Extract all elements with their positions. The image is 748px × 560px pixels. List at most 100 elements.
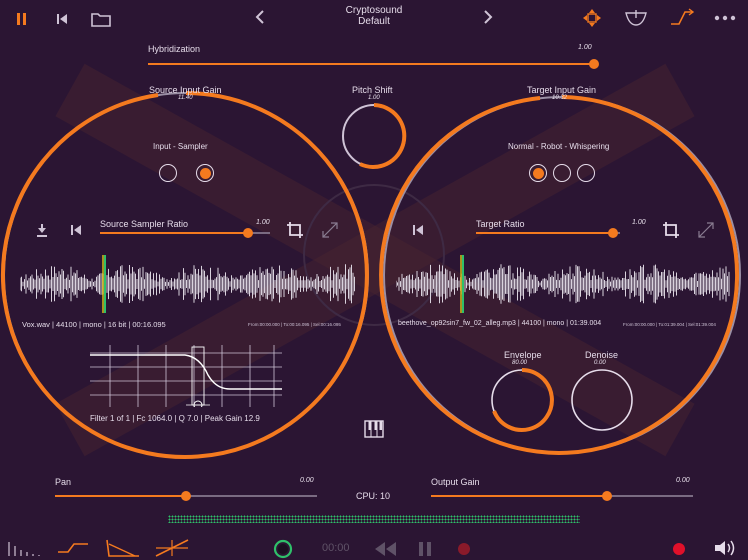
download-icon xyxy=(37,224,47,237)
denoise-value: 0.00 xyxy=(594,360,606,366)
envelope-value: 80.00 xyxy=(512,360,528,366)
target-input-gain-label: Target Input Gain xyxy=(527,85,597,95)
bandpass-button[interactable] xyxy=(154,538,190,558)
source-input-gain-value: 11.40 xyxy=(178,95,193,101)
move-button[interactable] xyxy=(580,7,604,29)
pitch-shift-label: Pitch Shift xyxy=(352,85,393,95)
chevron-left-icon xyxy=(255,10,264,24)
filter-graph[interactable] xyxy=(90,345,282,407)
crop-icon xyxy=(663,222,679,238)
keyboard-button[interactable] xyxy=(362,418,386,440)
envelope-label: Envelope xyxy=(504,350,542,360)
highpass-icon xyxy=(58,543,88,553)
skip-back-icon xyxy=(57,14,67,24)
highpass-button[interactable] xyxy=(56,538,90,558)
source-ratio-slider[interactable] xyxy=(100,228,270,238)
source-range-info: From:00:00.000 | To:00:16.095 | Sel:00:1… xyxy=(248,322,341,327)
cpu-readout: CPU: 10 xyxy=(356,491,391,501)
pitch-shift-knob[interactable] xyxy=(340,102,408,170)
pause-icon xyxy=(17,13,26,25)
transport-pause-button[interactable] xyxy=(414,540,436,558)
envelope-knob[interactable] xyxy=(489,367,555,433)
output-gain-slider[interactable] xyxy=(431,491,693,501)
filter-view-button[interactable] xyxy=(622,7,650,29)
piano-icon xyxy=(364,420,384,438)
output-gain-label: Output Gain xyxy=(431,477,480,487)
loop-button[interactable] xyxy=(272,538,294,560)
denoise-label: Denoise xyxy=(585,350,619,360)
crop-icon xyxy=(287,222,303,238)
target-expand-button[interactable] xyxy=(696,220,716,240)
pan-slider[interactable] xyxy=(55,491,317,501)
target-waveform[interactable] xyxy=(396,255,730,313)
pause-button[interactable] xyxy=(12,10,32,28)
source-input-gain-label: Source Input Gain xyxy=(149,85,222,95)
transport-time: 00:00 xyxy=(322,542,350,554)
robot-mode-radio[interactable] xyxy=(553,164,571,182)
hybridization-value: 1.00 xyxy=(578,44,592,51)
output-gain-knob[interactable] xyxy=(602,491,612,501)
target-input-gain-value: 10.32 xyxy=(552,95,568,101)
app-name: Cryptosound xyxy=(345,5,403,16)
record-icon xyxy=(458,543,470,555)
hybridization-knob[interactable] xyxy=(589,59,599,69)
level-meter xyxy=(168,515,580,523)
lowpass-button[interactable] xyxy=(105,538,141,558)
skip-back-icon xyxy=(71,225,81,235)
record-icon xyxy=(673,543,685,555)
volume-button[interactable] xyxy=(712,538,738,558)
output-gain-value: 0.00 xyxy=(676,477,690,484)
pan-knob[interactable] xyxy=(181,491,191,501)
source-ratio-knob[interactable] xyxy=(243,228,253,238)
more-icon xyxy=(714,15,736,21)
source-expand-button[interactable] xyxy=(320,220,340,240)
source-skip-back-button[interactable] xyxy=(68,222,84,238)
pan-value: 0.00 xyxy=(300,477,314,484)
target-skip-back-button[interactable] xyxy=(410,222,426,238)
source-crop-button[interactable] xyxy=(284,220,306,240)
spectrum-icon xyxy=(8,542,40,556)
input-mode-radio[interactable] xyxy=(159,164,177,182)
folder-button[interactable] xyxy=(88,9,114,29)
source-file-info: Vox.wav | 44100 | mono | 16 bit | 00:16.… xyxy=(22,320,166,329)
expand-icon xyxy=(698,222,714,238)
rewind-icon xyxy=(375,542,396,556)
more-button[interactable] xyxy=(712,8,738,28)
target-mode-label: Normal - Robot - Whispering xyxy=(508,142,610,151)
rewind-button[interactable] xyxy=(372,540,398,558)
preset-name: Default xyxy=(358,16,390,27)
target-file-info: beethove_op92sin7_fw_02_alleg.mp3 | 4410… xyxy=(398,320,602,327)
sampler-mode-radio[interactable] xyxy=(196,164,214,182)
download-button[interactable] xyxy=(34,222,50,238)
target-crop-button[interactable] xyxy=(660,220,682,240)
curve-icon xyxy=(671,8,695,25)
target-ratio-value: 1.00 xyxy=(632,219,646,226)
normal-mode-radio[interactable] xyxy=(529,164,547,182)
previous-preset-button[interactable] xyxy=(250,8,270,26)
spectrum-button[interactable] xyxy=(4,538,46,558)
whispering-mode-radio[interactable] xyxy=(577,164,595,182)
target-ratio-knob[interactable] xyxy=(608,228,618,238)
filter-info: Filter 1 of 1 | Fc 1064.0 | Q 7.0 | Peak… xyxy=(90,414,260,423)
record-button[interactable] xyxy=(670,540,688,558)
folder-icon xyxy=(91,13,111,27)
target-ratio-slider[interactable] xyxy=(476,228,620,238)
hybridization-slider[interactable] xyxy=(148,59,599,69)
curve-button[interactable] xyxy=(668,7,696,29)
expand-icon xyxy=(322,222,338,238)
bandpass-icon xyxy=(155,539,189,557)
pan-label: Pan xyxy=(55,477,72,487)
denoise-knob[interactable] xyxy=(569,367,635,433)
skip-back-icon xyxy=(413,225,423,235)
next-preset-button[interactable] xyxy=(478,8,498,26)
hybridization-label: Hybridization xyxy=(148,44,201,54)
speaker-icon xyxy=(715,540,735,556)
source-waveform[interactable] xyxy=(20,255,355,313)
preset-title: Cryptosound Default xyxy=(324,5,424,27)
move-arrows-icon xyxy=(583,9,601,27)
chevron-right-icon xyxy=(484,10,493,24)
transport-record-button[interactable] xyxy=(455,540,473,558)
source-ratio-value: 1.00 xyxy=(256,219,270,226)
skip-back-button[interactable] xyxy=(52,10,72,28)
lowpass-icon xyxy=(106,539,139,557)
